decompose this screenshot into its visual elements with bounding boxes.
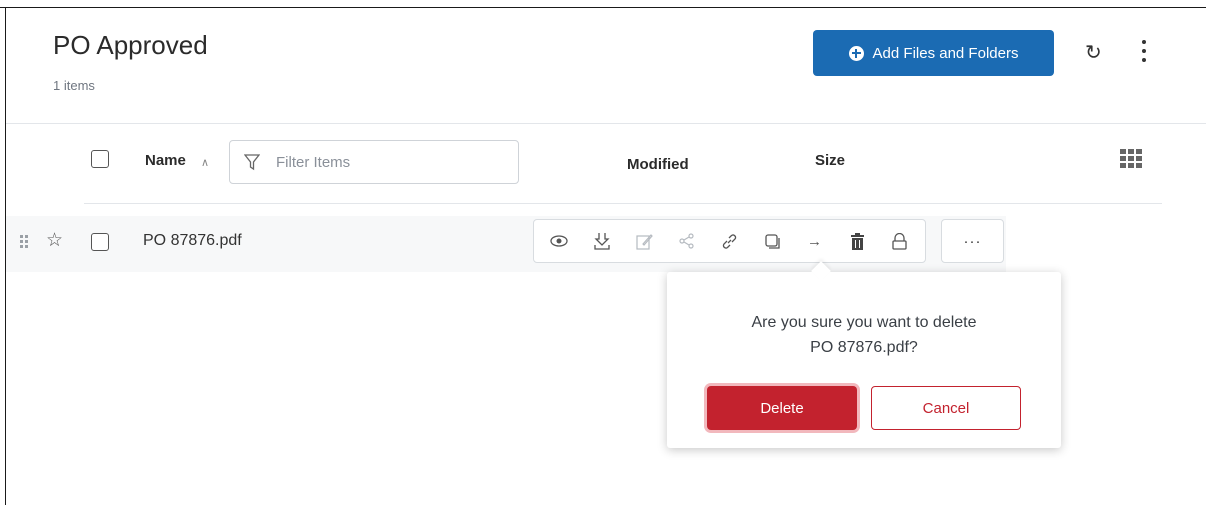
page-title: PO Approved <box>53 30 208 60</box>
lock-icon[interactable] <box>888 229 912 253</box>
row-action-toolbar: → <box>533 219 926 263</box>
filter-input[interactable] <box>274 152 498 172</box>
star-icon[interactable]: ☆ <box>46 229 63 252</box>
view-icon[interactable] <box>547 229 571 253</box>
cancel-button[interactable]: Cancel <box>871 386 1021 430</box>
confirm-message-line1: Are you sure you want to delete <box>751 314 977 331</box>
add-files-and-folders-button[interactable]: Add Files and Folders <box>813 30 1054 76</box>
name-column-header[interactable]: Name <box>145 152 186 169</box>
link-icon[interactable] <box>717 229 741 253</box>
window-top-edge <box>0 0 1206 8</box>
more-actions-button[interactable]: ··· <box>941 219 1004 263</box>
select-all-checkbox[interactable] <box>91 150 109 168</box>
size-column-header[interactable]: Size <box>815 152 845 169</box>
filter-icon <box>244 153 260 170</box>
grid-view-icon[interactable] <box>1120 149 1142 168</box>
page-header: PO Approved 1 items Add Files and Folder… <box>6 8 1206 124</box>
confirm-message-line2: PO 87876.pdf? <box>810 339 918 356</box>
delete-button[interactable]: Delete <box>707 386 857 430</box>
copy-icon[interactable] <box>760 229 784 253</box>
download-icon[interactable] <box>590 229 614 253</box>
share-icon[interactable] <box>675 229 699 253</box>
edit-icon[interactable] <box>632 229 656 253</box>
sort-ascending-icon[interactable]: ∧ <box>201 156 209 169</box>
file-name[interactable]: PO 87876.pdf <box>143 232 242 250</box>
delete-confirmation-popover: Are you sure you want to delete PO 87876… <box>667 272 1061 448</box>
refresh-icon[interactable]: ↻ <box>1085 40 1102 65</box>
row-checkbox[interactable] <box>91 233 109 251</box>
add-button-label: Add Files and Folders <box>872 44 1019 62</box>
kebab-menu-icon[interactable] <box>1134 40 1154 62</box>
trash-icon[interactable] <box>845 229 869 253</box>
confirm-message: Are you sure you want to delete PO 87876… <box>667 310 1061 360</box>
modified-column-header[interactable]: Modified <box>627 156 689 173</box>
plus-circle-icon <box>848 45 864 61</box>
drag-handle-icon[interactable] <box>20 235 28 248</box>
move-icon[interactable]: → <box>803 229 827 253</box>
header-divider <box>84 203 1162 204</box>
filter-box[interactable] <box>229 140 519 184</box>
item-count: 1 items <box>53 78 95 93</box>
